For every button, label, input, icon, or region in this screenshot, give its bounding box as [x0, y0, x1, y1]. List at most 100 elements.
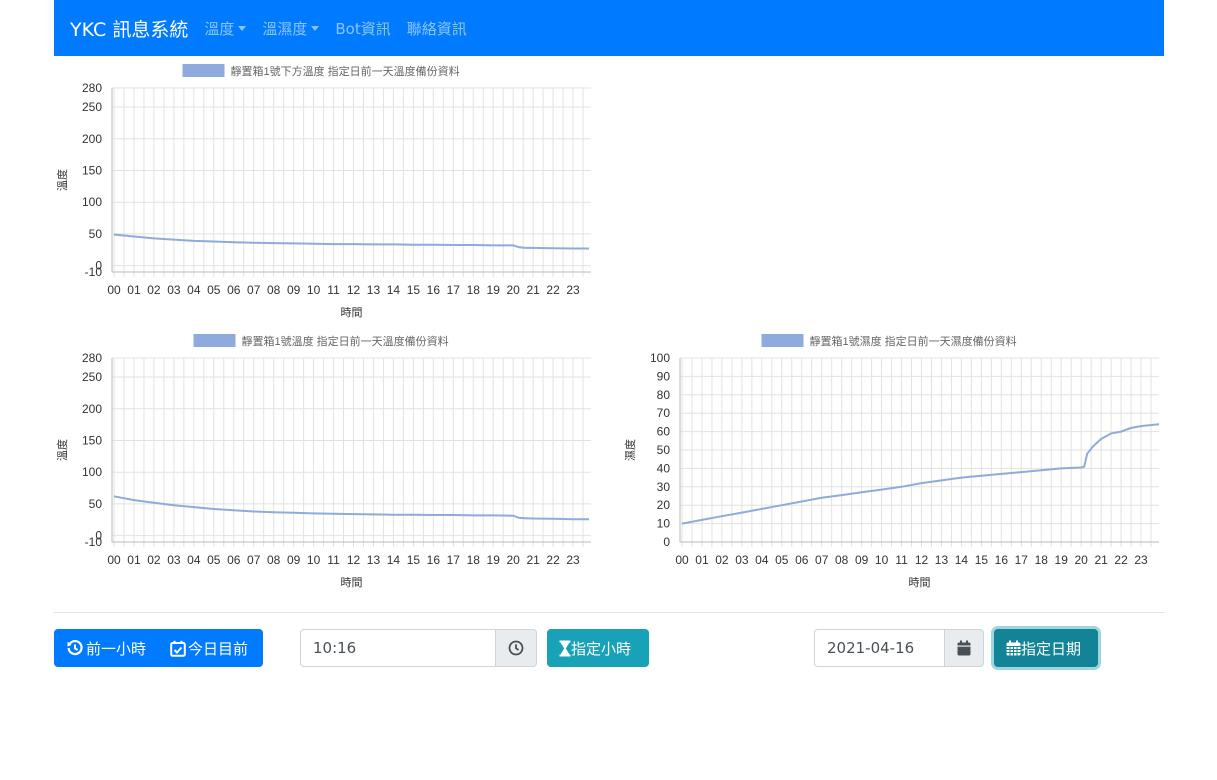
x-tick-label: 09 — [287, 553, 301, 567]
x-tick-label: 03 — [167, 553, 181, 567]
x-tick-label: 10 — [307, 283, 321, 297]
x-tick-label: 22 — [546, 283, 560, 297]
x-axis-title: 時間 — [909, 576, 931, 589]
y-tick-label: 50 — [657, 443, 671, 457]
x-tick-label: 01 — [127, 283, 141, 297]
legend-label: 靜置箱1號下方溫度 指定日前一天溫度備份資料 — [231, 64, 460, 78]
x-tick-label: 14 — [387, 553, 401, 567]
x-tick-label: 19 — [487, 553, 501, 567]
x-tick-label: 04 — [755, 553, 769, 567]
y-tick-label: 90 — [657, 369, 671, 383]
x-tick-label: 21 — [1094, 553, 1108, 567]
x-tick-label: 22 — [546, 553, 560, 567]
x-tick-label: 00 — [107, 283, 121, 297]
x-tick-label: 03 — [167, 283, 181, 297]
y-tick-label: 50 — [89, 497, 103, 511]
legend-swatch — [193, 334, 236, 347]
y-tick-label: 80 — [657, 388, 671, 402]
legend-label: 靜置箱1號溫度 指定日前一天溫度備份資料 — [242, 334, 449, 348]
x-tick-label: 07 — [815, 553, 829, 567]
nav-item-temperature[interactable]: 溫度 — [204, 18, 247, 39]
x-tick-label: 01 — [127, 553, 141, 567]
x-tick-label: 11 — [895, 553, 908, 567]
y-tick-label: 10 — [657, 517, 671, 531]
history-icon — [67, 639, 83, 656]
x-tick-label: 04 — [187, 553, 201, 567]
chart-temperature: 靜置箱1號溫度 指定日前一天溫度備份資料 -10 0 50 100 150 200 250 28… — [54, 330, 599, 592]
x-tick-label: 23 — [1134, 553, 1148, 567]
time-input[interactable]: 10:16 — [300, 629, 496, 667]
time-picker-button[interactable] — [496, 629, 537, 667]
x-tick-label: 10 — [307, 553, 321, 567]
divider — [54, 612, 1164, 613]
nav-item-label: 溫濕度 — [262, 19, 308, 38]
x-axis-title: 時間 — [341, 306, 363, 319]
y-tick-label: 100 — [82, 195, 102, 209]
navbar-brand[interactable]: YKC 訊息系統 — [70, 15, 188, 42]
x-tick-label: 15 — [407, 283, 421, 297]
caret-down-icon — [311, 25, 320, 31]
calendar-grid-icon — [1006, 640, 1021, 656]
x-tick-label: 09 — [855, 553, 869, 567]
y-tick-label: 150 — [82, 163, 102, 177]
x-tick-label: 17 — [1015, 553, 1029, 567]
date-input[interactable]: 2021-04-16 — [814, 629, 945, 667]
x-tick-label: 20 — [506, 283, 520, 297]
caret-down-icon — [238, 25, 247, 31]
x-tick-label: 13 — [367, 553, 381, 567]
date-input-group: 2021-04-16 — [814, 629, 984, 667]
today-button[interactable]: 今日目前 — [146, 629, 248, 667]
today-label: 今日目前 — [188, 639, 249, 658]
x-tick-label: 16 — [427, 553, 441, 567]
x-tick-label: 14 — [387, 283, 401, 297]
nav-item-contact[interactable]: 聯絡資訊 — [407, 18, 467, 39]
legend-swatch — [761, 334, 804, 347]
x-tick-label: 15 — [407, 553, 421, 567]
x-tick-label: 07 — [247, 553, 261, 567]
x-tick-label: 02 — [147, 553, 161, 567]
x-axis-title: 時間 — [341, 576, 363, 589]
date-picker-button[interactable] — [945, 629, 984, 667]
x-tick-label: 08 — [267, 283, 281, 297]
x-tick-label: 02 — [715, 553, 729, 567]
nav-item-bot-info[interactable]: Bot資訊 — [335, 18, 390, 39]
y-tick-label: 200 — [82, 132, 102, 146]
y-tick-label: 280 — [82, 351, 102, 365]
x-tick-label: 21 — [526, 553, 540, 567]
nav-item-label: 聯絡資訊 — [406, 19, 467, 38]
x-tick-label: 09 — [287, 283, 301, 297]
time-value: 10:16 — [313, 639, 357, 657]
x-tick-label: 18 — [467, 553, 481, 567]
y-tick-label: 150 — [82, 433, 102, 447]
x-tick-label: 22 — [1114, 553, 1128, 567]
legend-label: 靜置箱1號濕度 指定日前一天濕度備份資料 — [810, 334, 1017, 348]
prev-hour-label: 前一小時 — [86, 639, 147, 658]
set-date-label: 指定日期 — [1021, 639, 1082, 658]
x-tick-label: 13 — [367, 283, 381, 297]
x-tick-label: 23 — [566, 553, 580, 567]
y-tick-label: 0 — [95, 529, 102, 543]
set-hour-label: 指定小時 — [571, 639, 632, 658]
series-line — [113, 233, 589, 250]
nav-item-temp-humidity[interactable]: 溫濕度 — [262, 18, 320, 39]
nav-item-label: Bot資訊 — [335, 19, 391, 38]
clock-icon — [508, 640, 524, 656]
x-tick-label: 05 — [207, 553, 221, 567]
x-tick-label: 12 — [347, 283, 361, 297]
y-tick-label: 70 — [657, 406, 671, 420]
x-tick-label: 16 — [427, 283, 441, 297]
set-date-button[interactable]: 指定日期 — [994, 629, 1098, 667]
series-line — [113, 495, 589, 521]
y-tick-label: 200 — [82, 402, 102, 416]
y-tick-label: 100 — [650, 351, 670, 365]
x-tick-label: 07 — [247, 283, 261, 297]
prev-hour-button[interactable]: 前一小時 — [54, 629, 146, 667]
x-tick-label: 17 — [447, 283, 461, 297]
set-hour-button[interactable]: 指定小時 — [547, 629, 649, 667]
y-tick-label: 100 — [82, 465, 102, 479]
quick-button-group: 前一小時 今日目前 — [54, 629, 263, 667]
time-input-group: 10:16 — [300, 629, 537, 667]
x-tick-label: 08 — [835, 553, 849, 567]
x-tick-label: 18 — [467, 283, 481, 297]
legend-swatch — [182, 64, 225, 77]
